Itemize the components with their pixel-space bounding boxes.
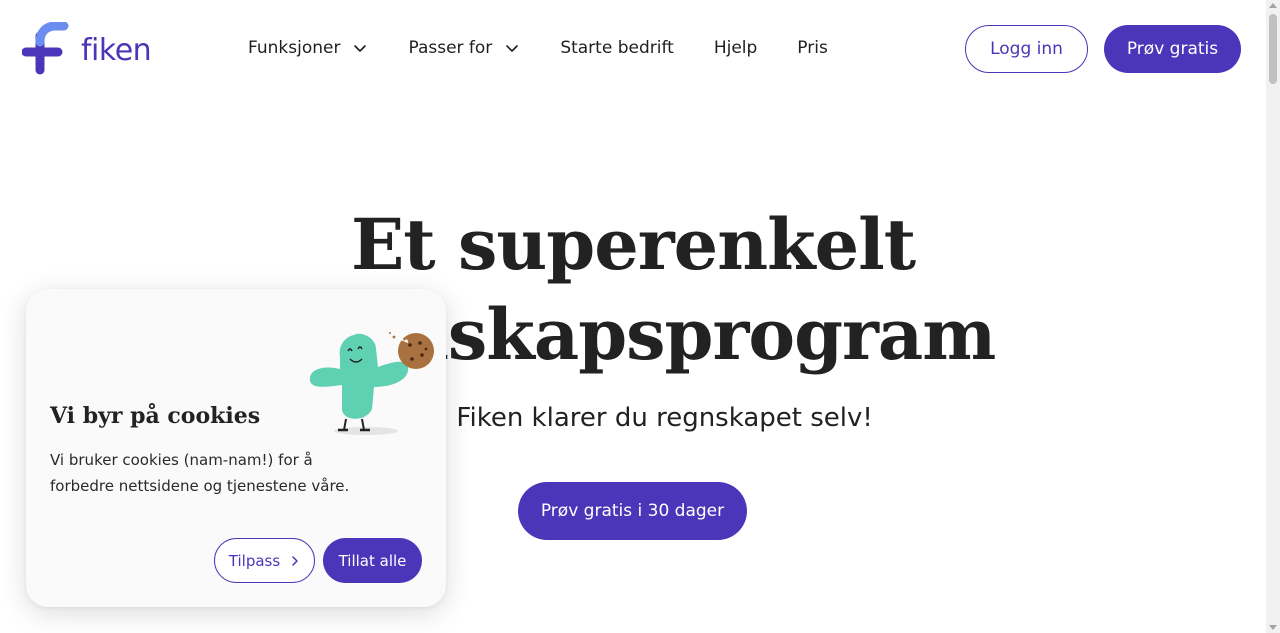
- hero-title-line-1: Et superenkelt: [350, 203, 916, 286]
- scroll-up-arrow-icon[interactable]: [1269, 3, 1277, 8]
- fiken-logo[interactable]: fiken: [22, 22, 152, 76]
- nav-item-label: Funksjoner: [248, 38, 341, 58]
- site-header: fiken Funksjoner Passer for Starte bedri…: [0, 0, 1266, 98]
- login-button[interactable]: Logg inn: [965, 25, 1088, 73]
- nav-item-starte-bedrift[interactable]: Starte bedrift: [560, 38, 674, 58]
- scrollbar-thumb[interactable]: [1269, 14, 1277, 84]
- nav-item-label: Starte bedrift: [560, 38, 674, 58]
- vertical-scrollbar[interactable]: [1266, 0, 1280, 633]
- nav-item-pris[interactable]: Pris: [797, 38, 828, 58]
- fiken-plus-logo-icon: [22, 22, 69, 75]
- cookie-customize-button[interactable]: Tilpass: [214, 538, 315, 583]
- try-free-button[interactable]: Prøv gratis: [1104, 25, 1241, 73]
- hero-cta-button[interactable]: Prøv gratis i 30 dager: [518, 482, 747, 540]
- cookie-customize-label: Tilpass: [228, 551, 281, 570]
- nav-item-label: Passer for: [408, 38, 493, 58]
- scroll-down-arrow-icon[interactable]: [1269, 625, 1277, 630]
- nav-item-label: Hjelp: [713, 38, 758, 58]
- nav-item-hjelp[interactable]: Hjelp: [714, 38, 757, 58]
- cookie-title: Vi byr på cookies: [50, 403, 261, 429]
- logo-wordmark: fiken: [81, 32, 152, 68]
- chevron-right-icon: [292, 555, 298, 566]
- chevron-down-icon: [354, 45, 367, 52]
- cookie-dialog: Vi byr på cookies Vi bruker cookies (nam…: [26, 289, 446, 607]
- main-nav: Funksjoner Passer for Starte bedrift Hje…: [248, 38, 868, 58]
- cookie-accept-all-button[interactable]: Tillat alle: [323, 538, 422, 583]
- cookie-monster-illustration: [309, 332, 434, 435]
- nav-item-funksjoner[interactable]: Funksjoner: [248, 38, 368, 58]
- cookie-text: Vi bruker cookies (nam-nam!) for å forbe…: [50, 451, 350, 495]
- nav-item-passer-for[interactable]: Passer for: [408, 38, 520, 58]
- nav-item-label: Pris: [797, 38, 828, 58]
- chevron-down-icon: [506, 45, 519, 52]
